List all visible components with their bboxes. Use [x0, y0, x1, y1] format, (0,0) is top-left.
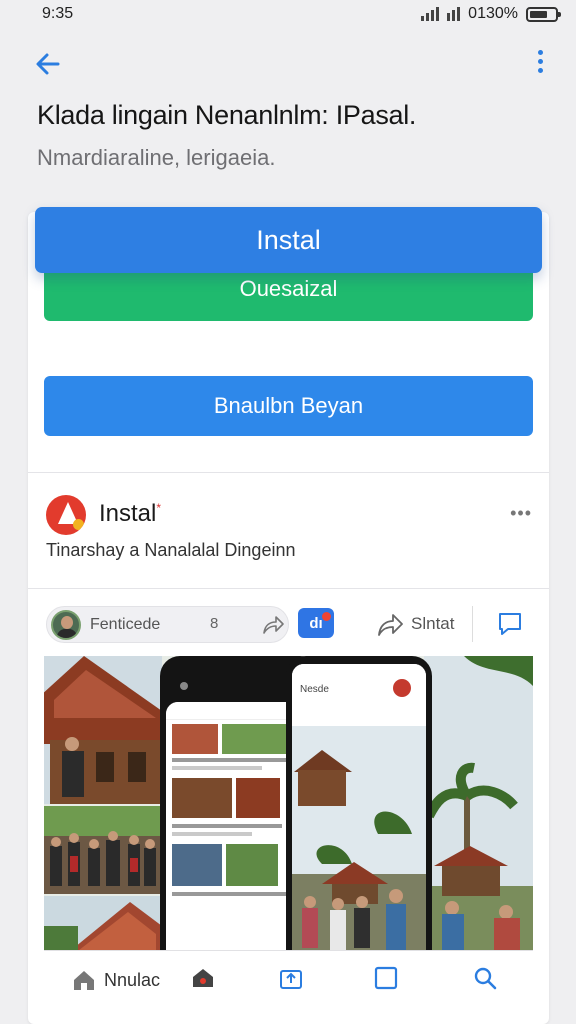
more-options-button[interactable]: [532, 46, 548, 82]
arrow-left-icon: [36, 53, 60, 75]
profile-chip[interactable]: Fenticede 8: [46, 606, 289, 643]
top-app-bar: [0, 40, 576, 88]
thumbnail: [172, 844, 222, 886]
social-app-icon[interactable]: dı: [298, 608, 334, 638]
battery-text: 0130%: [468, 5, 518, 22]
app-description: Tinarshay a Nanalalal Dingeinn: [46, 540, 296, 560]
divider: [28, 472, 549, 473]
bottom-navigation: Nnulac: [44, 950, 533, 1024]
battery-icon: [526, 6, 561, 22]
app-overflow-menu-icon[interactable]: •••: [510, 503, 532, 524]
app-name-text: Instal: [99, 500, 157, 527]
status-time: 9:35: [42, 5, 74, 22]
install-button[interactable]: Instal: [35, 207, 542, 273]
crowd-photo: [44, 806, 162, 894]
box-arrow-icon[interactable]: [278, 965, 304, 991]
status-icons: 0130%: [421, 5, 561, 23]
page-subtitle: Nmardiaraline, lerigaeia.: [37, 145, 276, 170]
chip-pin-label: 8: [210, 615, 219, 632]
green-action-button[interactable]: Ouesaizal: [44, 270, 533, 321]
camera-icon[interactable]: [190, 965, 216, 991]
share-icon[interactable]: [376, 612, 404, 638]
comment-icon[interactable]: [497, 611, 523, 637]
search-icon[interactable]: [472, 965, 498, 991]
avatar: [51, 610, 81, 640]
chip-text: Fenticede: [90, 616, 161, 633]
nav-home-label[interactable]: Nnulac: [104, 970, 160, 991]
secondary-action-button[interactable]: Bnaulbn Beyan: [44, 376, 533, 436]
temple-photo: [44, 656, 162, 804]
secondary-action-label: Bnaulbn Beyan: [213, 393, 364, 418]
app-name: Instal*: [99, 500, 161, 528]
app-logo-icon: [46, 495, 86, 535]
thumbnail: [172, 724, 218, 754]
chip-share-icon[interactable]: [261, 614, 285, 636]
share-label[interactable]: Slntat: [411, 614, 454, 634]
divider: [28, 588, 549, 589]
more-vert-icon: [532, 50, 548, 73]
signal-strength-icon: [447, 7, 461, 21]
app-name-badge: *: [156, 501, 162, 515]
social-app-label: dı: [309, 614, 323, 632]
thumbnail: [172, 778, 232, 818]
thumbnail: [226, 844, 278, 886]
green-action-label: Ouesaizal: [239, 275, 338, 301]
phone-status-dot: [180, 682, 188, 690]
home-icon[interactable]: [72, 969, 96, 991]
square-icon[interactable]: [373, 965, 399, 991]
back-button[interactable]: [30, 46, 66, 82]
page-title: Klada lingain Nenanlnlm: IPasal.: [37, 100, 417, 130]
phone-screen-label: Nesde: [300, 684, 329, 695]
thumbnail: [236, 778, 280, 818]
signal-icon: [421, 7, 440, 21]
status-bar: 9:35 0130%: [0, 0, 576, 28]
divider: [472, 606, 473, 642]
